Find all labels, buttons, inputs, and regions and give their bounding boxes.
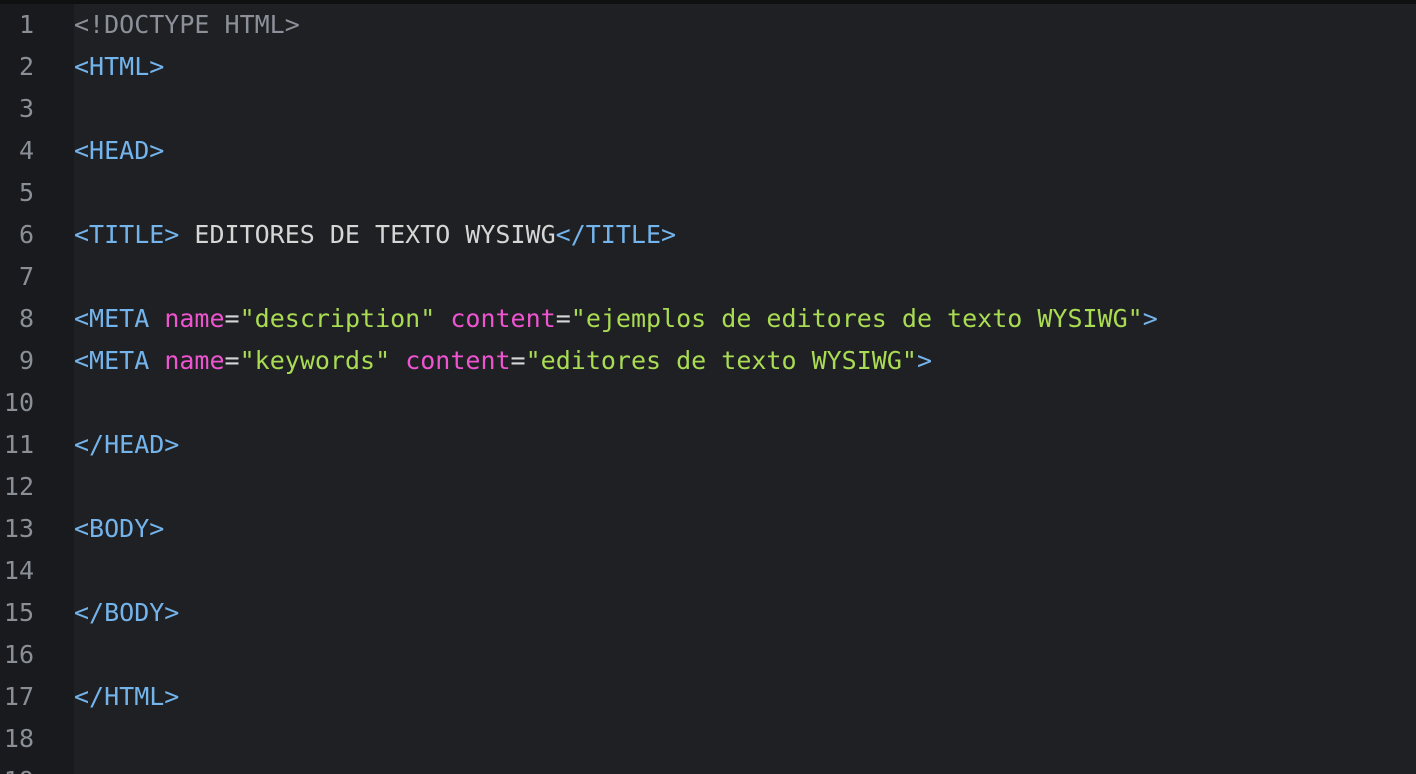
- line-content[interactable]: <TITLE> EDITORES DE TEXTO WYSIWG</TITLE>: [74, 214, 676, 256]
- line-number: 6: [18, 220, 34, 249]
- token-str: "keywords": [239, 346, 391, 375]
- token-punc: =: [510, 346, 526, 375]
- line-number: 15: [3, 598, 34, 627]
- code-line[interactable]: 16: [0, 634, 1416, 676]
- token-tag: </HTML>: [74, 682, 180, 711]
- line-content[interactable]: </BODY>: [74, 592, 179, 634]
- token-tag: <META: [74, 304, 150, 333]
- token-attr: name: [164, 304, 225, 333]
- token-tag: <HTML>: [74, 52, 165, 81]
- code-line[interactable]: 5: [0, 172, 1416, 214]
- token-tag: </TITLE>: [555, 220, 677, 249]
- line-number: 12: [3, 472, 34, 501]
- line-number: 1: [18, 10, 34, 39]
- code-line[interactable]: 15 </BODY>: [0, 592, 1416, 634]
- code-line[interactable]: 11 </HEAD>: [0, 424, 1416, 466]
- token-tag: >: [916, 346, 933, 375]
- code-lines[interactable]: 1 <!DOCTYPE HTML> 2 <HTML> 3 4 <HEAD> 5 6 <TITLE>…: [0, 4, 1416, 774]
- line-content[interactable]: <META name="keywords" content="editores …: [74, 340, 932, 382]
- line-number: 18: [3, 724, 34, 753]
- token-punc: =: [224, 304, 240, 333]
- line-number: 3: [18, 94, 34, 123]
- token-tag: <HEAD>: [74, 136, 165, 165]
- token-tag: <BODY>: [74, 514, 165, 543]
- line-content[interactable]: <BODY>: [74, 508, 164, 550]
- code-line[interactable]: 4 <HEAD>: [0, 130, 1416, 172]
- line-number: 2: [18, 52, 34, 81]
- token-str: "ejemplos de editores de texto WYSIWG": [570, 304, 1143, 333]
- code-line[interactable]: 2 <HTML>: [0, 46, 1416, 88]
- token-tag: >: [1142, 304, 1158, 333]
- token-attr: name: [164, 346, 225, 375]
- token-attr: content: [450, 304, 556, 333]
- code-line[interactable]: 3: [0, 88, 1416, 130]
- line-content[interactable]: <HEAD>: [74, 130, 164, 172]
- code-line[interactable]: 17 </HTML>: [0, 676, 1416, 718]
- token-tag: <META: [74, 346, 150, 375]
- token-decl: <!DOCTYPE HTML>: [74, 10, 300, 39]
- line-number: 4: [18, 136, 34, 165]
- code-line[interactable]: 7: [0, 256, 1416, 298]
- token-text: EDITORES DE TEXTO WYSIWG: [179, 220, 556, 249]
- token-punc: =: [224, 346, 240, 375]
- token-punc: =: [555, 304, 571, 333]
- line-content[interactable]: </HTML>: [74, 676, 179, 718]
- code-line[interactable]: 8 <META name="description" content="ejemp…: [0, 298, 1416, 340]
- code-line[interactable]: 19: [0, 760, 1416, 774]
- code-editor[interactable]: 1 <!DOCTYPE HTML> 2 <HTML> 3 4 <HEAD> 5 6 <TITLE>…: [0, 0, 1416, 774]
- token-str: "description": [239, 304, 436, 333]
- code-line[interactable]: 9 <META name="keywords" content="editores…: [0, 340, 1416, 382]
- line-number: 9: [18, 346, 34, 375]
- token-tag: </HEAD>: [74, 430, 180, 459]
- line-number: 8: [18, 304, 34, 333]
- code-line[interactable]: 6 <TITLE> EDITORES DE TEXTO WYSIWG</TITLE…: [0, 214, 1416, 256]
- line-number: 5: [18, 178, 34, 207]
- code-line[interactable]: 18: [0, 718, 1416, 760]
- line-number: 14: [3, 556, 34, 585]
- line-number: 17: [3, 682, 34, 711]
- line-content[interactable]: <META name="description" content="ejempl…: [74, 298, 1158, 340]
- code-line[interactable]: 13 <BODY>: [0, 508, 1416, 550]
- code-line[interactable]: 1 <!DOCTYPE HTML>: [0, 4, 1416, 46]
- line-number: 10: [3, 388, 34, 417]
- code-line[interactable]: 14: [0, 550, 1416, 592]
- line-content[interactable]: <!DOCTYPE HTML>: [74, 4, 300, 46]
- line-number: 13: [3, 514, 34, 543]
- code-line[interactable]: 12: [0, 466, 1416, 508]
- line-number: 7: [18, 262, 34, 291]
- line-number: 16: [3, 640, 34, 669]
- line-content[interactable]: </HEAD>: [74, 424, 179, 466]
- line-number: 19: [0, 760, 34, 774]
- token-str: "editores de texto WYSIWG": [525, 346, 917, 375]
- token-tag: </BODY>: [74, 598, 180, 627]
- code-line[interactable]: 10: [0, 382, 1416, 424]
- line-number: 11: [3, 430, 34, 459]
- line-content[interactable]: <HTML>: [74, 46, 164, 88]
- token-tag: <TITLE>: [74, 220, 180, 249]
- token-attr: content: [405, 346, 511, 375]
